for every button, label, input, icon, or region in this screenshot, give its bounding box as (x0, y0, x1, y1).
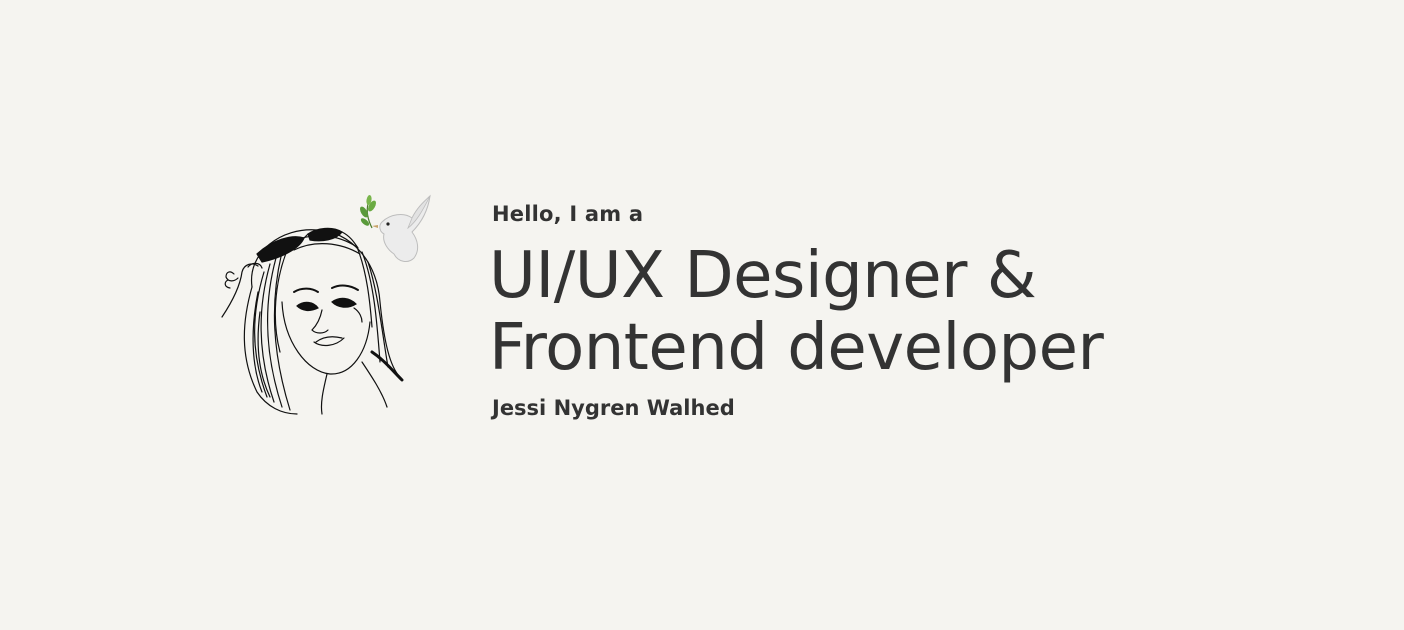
headline: UI/UX Designer & Frontend developer (489, 240, 1372, 384)
greeting-text: Hello, I am a (492, 202, 644, 226)
hero-section: Hello, I am a UI/UX Designer & Frontend … (0, 0, 1404, 630)
dove-with-olive-branch-icon (360, 194, 431, 262)
author-name: Jessi Nygren Walhed (492, 396, 735, 420)
headline-line-2: Frontend developer (489, 311, 1104, 385)
headline-line-1: UI/UX Designer & (489, 239, 1037, 313)
intro-text: Hello, I am a UI/UX Designer & Frontend … (489, 198, 1372, 424)
portrait-illustration-icon (212, 192, 438, 422)
